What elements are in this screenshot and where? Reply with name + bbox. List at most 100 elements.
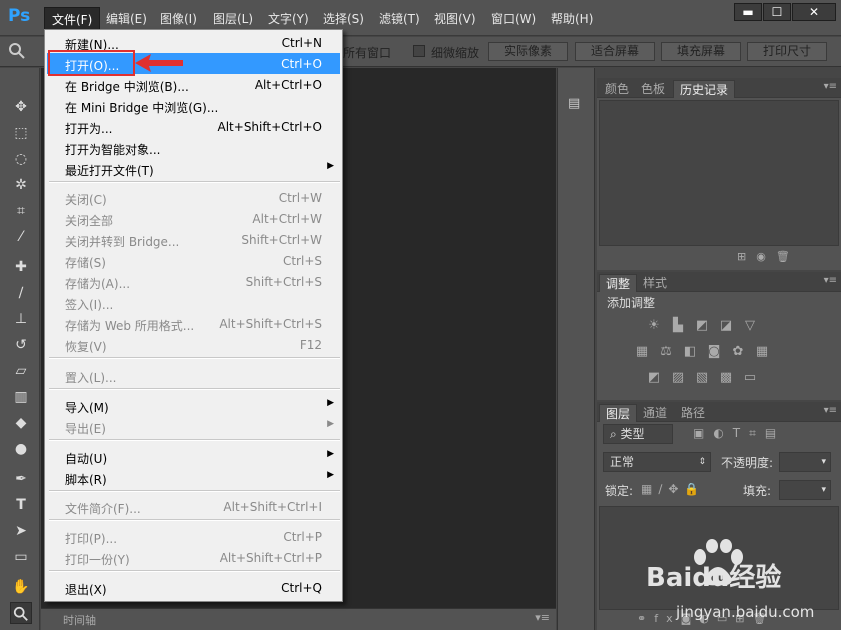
opacity-field[interactable]: ▾ <box>779 452 831 472</box>
clone-stamp-icon[interactable]: ⊥ <box>10 308 32 330</box>
panel-menu-icon[interactable]: ▾≡ <box>824 405 837 416</box>
menu-item-automate[interactable]: 自动(U) ▶ <box>47 446 340 467</box>
menu-item-print[interactable]: 打印(P)... Ctrl+P <box>47 526 340 547</box>
menu-item-check-in[interactable]: 签入(I)... <box>47 292 340 313</box>
path-selection-icon[interactable]: ➤ <box>10 520 32 542</box>
dodge-tool-icon[interactable]: ● <box>10 438 32 460</box>
menu-item-close-all[interactable]: 关闭全部 Alt+Ctrl+W <box>47 208 340 229</box>
posterize-icon[interactable]: ▨ <box>669 370 687 386</box>
crop-tool-icon[interactable]: ⌗ <box>10 200 32 222</box>
selective-color-icon[interactable]: ▭ <box>741 370 759 386</box>
menu-item-open-as[interactable]: 打开为... Alt+Shift+Ctrl+O <box>47 116 340 137</box>
menu-item-exit[interactable]: 退出(X) Ctrl+Q <box>47 577 340 598</box>
black-white-icon[interactable]: ◧ <box>681 344 699 360</box>
invert-icon[interactable]: ◩ <box>645 370 663 386</box>
actual-pixels-button[interactable]: 实际像素 <box>488 42 568 61</box>
panel-menu-icon[interactable]: ▾≡ <box>535 611 550 624</box>
menu-item-close-go-bridge[interactable]: 关闭并转到 Bridge... Shift+Ctrl+W <box>47 229 340 250</box>
menu-select[interactable]: 选择(S) <box>323 10 364 27</box>
color-lookup-icon[interactable]: ▦ <box>753 344 771 360</box>
exposure-icon[interactable]: ◪ <box>717 318 735 334</box>
menu-layer[interactable]: 图层(L) <box>213 10 253 27</box>
close-button[interactable]: ✕ <box>792 3 836 21</box>
chevron-down-icon: ▾ <box>821 485 826 495</box>
menu-type[interactable]: 文字(Y) <box>268 10 309 27</box>
scrubby-zoom-checkbox[interactable] <box>413 45 425 57</box>
lasso-tool-icon[interactable]: ◌ <box>10 148 32 170</box>
blur-tool-icon[interactable]: ◆ <box>10 412 32 434</box>
menu-item-label: 签入(I)... <box>65 298 114 312</box>
menu-item-browse-bridge[interactable]: 在 Bridge 中浏览(B)... Alt+Ctrl+O <box>47 74 340 95</box>
magic-wand-icon[interactable]: ✲ <box>10 174 32 196</box>
fit-screen-button[interactable]: 适合屏幕 <box>575 42 655 61</box>
menu-file[interactable]: 文件(F) <box>44 7 101 29</box>
fill-screen-button[interactable]: 填充屏幕 <box>661 42 741 61</box>
menu-item-label: 打印一份(Y) <box>65 553 130 567</box>
minimize-button[interactable]: ▬ <box>734 3 762 21</box>
panel-menu-icon[interactable]: ▾≡ <box>824 81 837 92</box>
tab-history[interactable]: 历史记录 <box>673 80 736 98</box>
history-brush-icon[interactable]: ↺ <box>10 334 32 356</box>
menu-image[interactable]: 图像(I) <box>160 10 197 27</box>
gradient-tool-icon[interactable]: ▥ <box>10 386 32 408</box>
vibrance-icon[interactable]: ▽ <box>741 318 759 334</box>
tab-channels[interactable]: 通道 <box>637 404 673 422</box>
menu-item-save[interactable]: 存储(S) Ctrl+S <box>47 250 340 271</box>
layer-filter-icons[interactable]: ▣◐T⌗▤ <box>693 426 813 441</box>
menu-item-browse-mini-bridge[interactable]: 在 Mini Bridge 中浏览(G)... <box>47 95 340 116</box>
menu-item-save-for-web[interactable]: 存储为 Web 所用格式... Alt+Shift+Ctrl+S <box>47 313 340 334</box>
tab-layers[interactable]: 图层 <box>599 404 638 422</box>
menu-item-export[interactable]: 导出(E) ▶ <box>47 416 340 437</box>
blend-mode-dropdown[interactable]: 正常 ⇕ <box>603 452 711 472</box>
menu-filter[interactable]: 滤镜(T) <box>379 10 420 27</box>
history-panel-icon[interactable]: ▤ <box>568 96 586 114</box>
threshold-icon[interactable]: ▧ <box>693 370 711 386</box>
brightness-icon[interactable]: ☀ <box>645 318 663 334</box>
move-tool-icon[interactable]: ✥ <box>10 96 32 118</box>
tab-adjustments[interactable]: 调整 <box>599 274 638 292</box>
eyedropper-icon[interactable]: ⁄ <box>10 226 32 248</box>
panel-menu-icon[interactable]: ▾≡ <box>824 275 837 286</box>
photo-filter-icon[interactable]: ◙ <box>705 344 723 360</box>
brush-tool-icon[interactable]: ∕ <box>10 282 32 304</box>
type-tool-icon[interactable]: T <box>10 494 32 516</box>
levels-icon[interactable]: ▙ <box>669 318 687 334</box>
menu-item-file-info[interactable]: 文件简介(F)... Alt+Shift+Ctrl+I <box>47 496 340 517</box>
menu-edit[interactable]: 编辑(E) <box>106 10 147 27</box>
channel-mixer-icon[interactable]: ✿ <box>729 344 747 360</box>
pen-tool-icon[interactable]: ✒ <box>10 468 32 490</box>
history-footer-icons[interactable]: ⊞◉🗑 <box>737 250 837 266</box>
menu-item-revert[interactable]: 恢复(V) F12 <box>47 334 340 355</box>
menu-item-open-recent[interactable]: 最近打开文件(T) ▶ <box>47 158 340 179</box>
marquee-tool-icon[interactable]: ⬚ <box>10 122 32 144</box>
menu-item-save-as[interactable]: 存储为(A)... Shift+Ctrl+S <box>47 271 340 292</box>
shape-tool-icon[interactable]: ▭ <box>10 546 32 568</box>
tab-swatches[interactable]: 色板 <box>635 80 671 98</box>
hue-saturation-icon[interactable]: ▦ <box>633 344 651 360</box>
layer-filter-dropdown[interactable]: ⌕ 类型 <box>603 424 673 444</box>
hand-tool-icon[interactable]: ✋ <box>10 576 32 598</box>
fill-field[interactable]: ▾ <box>779 480 831 500</box>
maximize-button[interactable]: ☐ <box>763 3 791 21</box>
tab-styles[interactable]: 样式 <box>637 274 673 292</box>
gradient-map-icon[interactable]: ▩ <box>717 370 735 386</box>
menu-item-import[interactable]: 导入(M) ▶ <box>47 395 340 416</box>
menu-item-place[interactable]: 置入(L)... <box>47 365 340 386</box>
timeline-tab[interactable]: 时间轴 <box>63 612 96 628</box>
menu-view[interactable]: 视图(V) <box>434 10 476 27</box>
print-size-button[interactable]: 打印尺寸 <box>747 42 827 61</box>
healing-brush-icon[interactable]: ✚ <box>10 256 32 278</box>
curves-icon[interactable]: ◩ <box>693 318 711 334</box>
eraser-tool-icon[interactable]: ▱ <box>10 360 32 382</box>
menu-help[interactable]: 帮助(H) <box>551 10 593 27</box>
menu-item-scripts[interactable]: 脚本(R) ▶ <box>47 467 340 488</box>
tab-color[interactable]: 颜色 <box>599 80 635 98</box>
menu-item-open-smart-object[interactable]: 打开为智能对象... <box>47 137 340 158</box>
menu-window[interactable]: 窗口(W) <box>491 10 536 27</box>
color-balance-icon[interactable]: ⚖ <box>657 344 675 360</box>
menu-item-print-one-copy[interactable]: 打印一份(Y) Alt+Shift+Ctrl+P <box>47 547 340 568</box>
menu-item-close[interactable]: 关闭(C) Ctrl+W <box>47 187 340 208</box>
tab-paths[interactable]: 路径 <box>675 404 711 422</box>
zoom-tool-icon[interactable] <box>10 602 32 624</box>
lock-icons[interactable]: ▦∕✥🔒 <box>641 482 721 496</box>
